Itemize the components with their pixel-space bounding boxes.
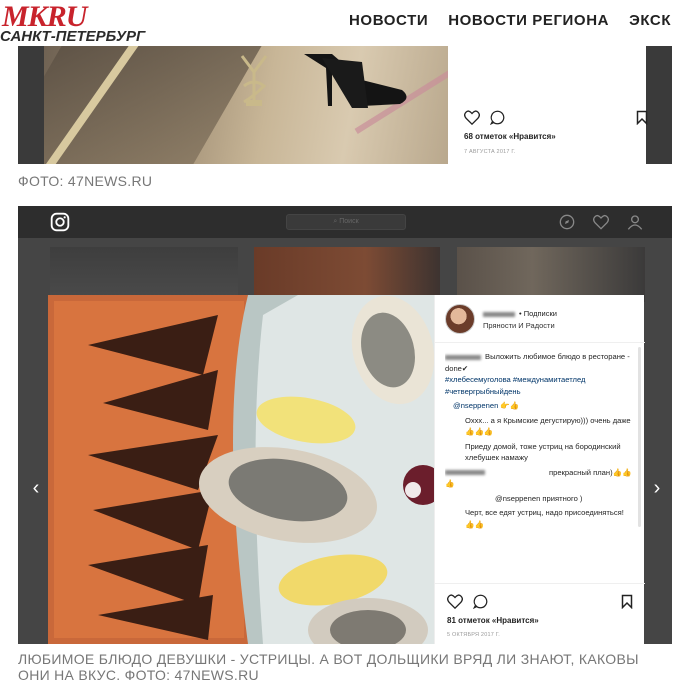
bookmark-icon[interactable] (621, 594, 633, 609)
instagram-topbar: ⌕ Поиск (18, 206, 672, 238)
nav-link-news[interactable]: НОВОСТИ (349, 12, 428, 29)
top-nav: НОВОСТИ НОВОСТИ РЕГИОНА ЭКСК (349, 12, 671, 29)
activity-heart-icon[interactable] (593, 214, 609, 230)
profile-icon[interactable] (627, 214, 643, 230)
post-location[interactable]: Пряности И Радости (483, 321, 555, 330)
comments-scrollbar[interactable] (638, 347, 641, 527)
hashtags[interactable]: #хлебесемуголова #междунамитаетлед #четв… (445, 375, 585, 396)
instagram-post-sidebar: 68 отметок «Нравится» 7 АВГУСТА 2017 Г. (448, 46, 648, 164)
follow-status[interactable]: • Подписки (519, 309, 557, 318)
grid-tile[interactable] (457, 247, 645, 302)
likes-count: 81 отметок «Нравится» (447, 616, 539, 625)
carousel-next-icon (405, 482, 421, 498)
comment-item: прекрасный план)👍👍👍 (445, 467, 632, 488)
likes-count: 68 отметок «Нравится» (464, 132, 556, 141)
blurred-username (483, 311, 515, 317)
oysters-photo (48, 295, 434, 644)
post-date: 5 ОКТЯБРЯ 2017 Г. (447, 632, 500, 638)
heart-icon[interactable] (464, 110, 480, 125)
nav-link-excursions[interactable]: ЭКСК (629, 12, 671, 29)
grid-tile[interactable] (254, 247, 440, 302)
nav-link-region-news[interactable]: НОВОСТИ РЕГИОНА (448, 12, 609, 29)
comment-item: Черт, все едят устриц, надо присоединять… (465, 508, 624, 529)
photo-shoe-image (44, 46, 448, 164)
post-actions: 81 отметок «Нравится» 5 ОКТЯБРЯ 2017 Г. (435, 583, 645, 644)
comment-item: @nseppenen приятного ) (495, 493, 583, 503)
comments-list: Выложить любимое блюдо в ресторане - don… (445, 351, 635, 573)
comment-item: @nseppenen 👉👍 (453, 401, 520, 410)
comment-item: Оххх... а я Крымские дегустирую))) очень… (465, 415, 631, 437)
article-photo-2: ⌕ Поиск ‹ › • Подписки Пряности И Радост… (18, 206, 672, 644)
site-logo[interactable]: MKRU САНКТ-ПЕТЕРБУРГ (0, 2, 170, 46)
bookmark-icon[interactable] (636, 110, 648, 125)
site-header: MKRU САНКТ-ПЕТЕРБУРГ НОВОСТИ НОВОСТИ РЕГ… (0, 0, 680, 46)
comment-icon[interactable] (490, 110, 505, 125)
shoe-graphic (304, 54, 407, 108)
post-header: • Подписки Пряности И Радости (435, 295, 645, 343)
avatar[interactable] (445, 304, 475, 334)
post-caption: Выложить любимое блюдо в ресторане - don… (445, 352, 630, 396)
instagram-post-modal: • Подписки Пряности И Радости Выложить л… (48, 295, 645, 644)
prev-arrow-icon[interactable]: ‹ (28, 476, 44, 500)
photo-caption-1: ФОТО: 47NEWS.RU (18, 173, 153, 189)
comment-item: Приеду домой, тоже устриц на бородинский… (465, 441, 621, 463)
instagram-search-input[interactable]: ⌕ Поиск (286, 214, 406, 230)
photo-caption-2: ЛЮБИМОЕ БЛЮДО ДЕВУШКИ - УСТРИЦЫ. А ВОТ Д… (18, 651, 639, 683)
logo-city: САНКТ-ПЕТЕРБУРГ (0, 28, 146, 45)
post-date: 7 АВГУСТА 2017 Г. (464, 149, 516, 155)
ysl-heel-icon (240, 55, 268, 106)
instagram-logo-icon[interactable] (50, 212, 70, 232)
next-arrow-icon[interactable]: › (649, 476, 665, 500)
article-photo-1: 68 отметок «Нравится» 7 АВГУСТА 2017 Г. (18, 46, 672, 164)
heart-icon[interactable] (447, 594, 463, 609)
instagram-post-sidebar: • Подписки Пряности И Радости Выложить л… (434, 295, 645, 644)
comment-icon[interactable] (473, 594, 488, 609)
explore-icon[interactable] (559, 214, 575, 230)
grid-tile[interactable] (50, 247, 238, 302)
